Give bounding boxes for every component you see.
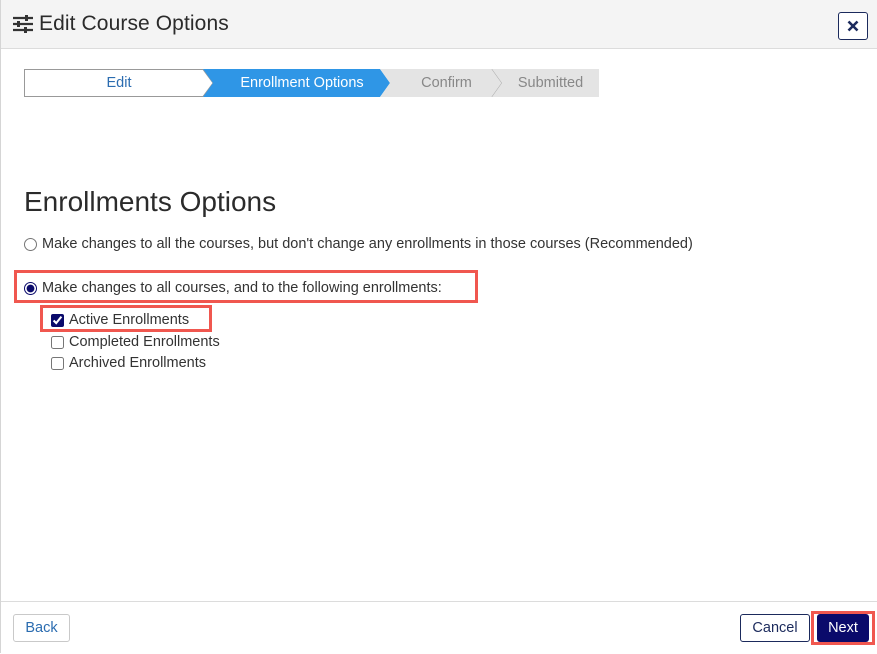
checkbox-completed-enrollments[interactable] [51,335,64,349]
section-title: Enrollments Options [24,186,277,217]
wizard-step-confirm[interactable]: Confirm [380,69,503,97]
wizard-step-edit[interactable]: Edit [24,69,214,97]
checkbox-option-completed-enrollments[interactable]: Completed Enrollments [51,334,220,350]
checkbox-label: Archived Enrollments [69,355,206,371]
wizard-step-label: Confirm [421,75,472,91]
wizard-step-label: Enrollment Options [240,75,364,91]
checkbox-option-archived-enrollments[interactable]: Archived Enrollments [51,355,206,371]
cancel-button[interactable]: Cancel [740,614,810,642]
radio-label: Make changes to all the courses, but don… [42,236,693,252]
close-button[interactable] [838,12,868,40]
back-button[interactable]: Back [13,614,70,642]
checkbox-label: Active Enrollments [69,312,190,328]
radio-no-enrollment-changes[interactable] [24,237,37,251]
dialog-header: Edit Course Options [1,0,877,49]
wizard-steps: Edit Enrollment Options Confirm Submitte… [24,69,599,97]
close-icon [847,20,859,32]
edit-course-options-dialog: Edit Course Options Edit Enrollment Opti… [0,0,877,654]
radio-option-no-enrollment-changes[interactable]: Make changes to all the courses, but don… [24,236,693,252]
checkbox-archived-enrollments[interactable] [51,356,64,370]
wizard-step-submitted[interactable]: Submitted [492,69,599,97]
wizard-step-label: Submitted [517,75,584,91]
next-button[interactable]: Next [817,614,869,642]
dialog-title: Edit Course Options [39,12,229,35]
wizard-step-enrollment-options[interactable]: Enrollment Options [203,69,391,97]
wizard-step-label: Edit [106,75,132,91]
radio-label: Make changes to all courses, and to the … [42,280,442,296]
sliders-icon [13,15,33,33]
checkbox-label: Completed Enrollments [69,334,220,350]
radio-option-following-enrollments[interactable]: Make changes to all courses, and to the … [24,280,442,296]
checkbox-active-enrollments[interactable] [51,313,64,327]
checkbox-option-active-enrollments[interactable]: Active Enrollments [51,312,189,328]
radio-following-enrollments[interactable] [24,281,37,295]
dialog-footer: Back Cancel Next [1,601,877,654]
